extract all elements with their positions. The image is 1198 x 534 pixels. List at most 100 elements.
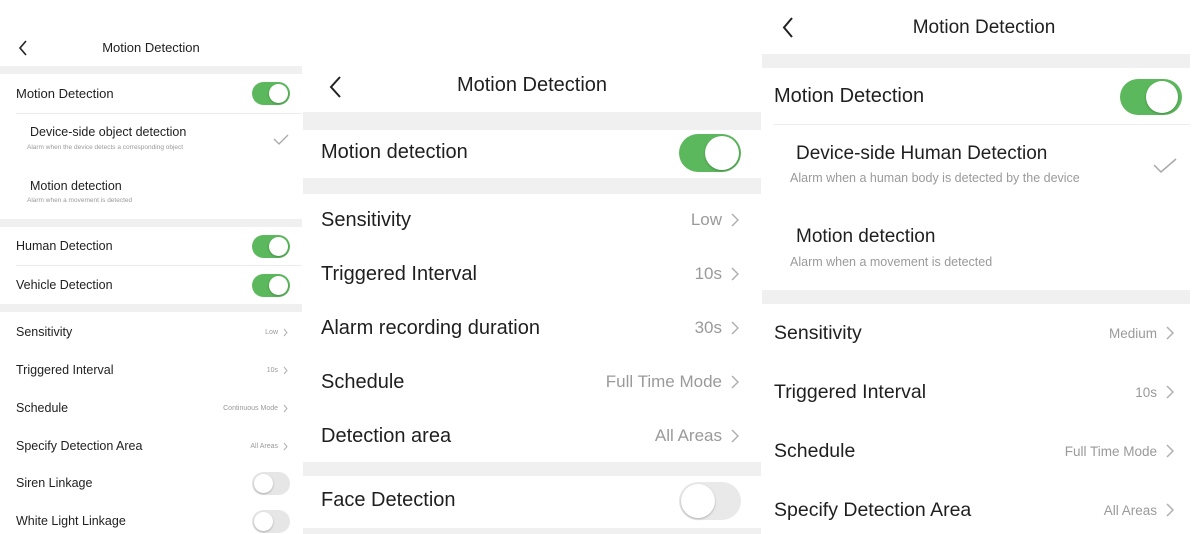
triggered-interval-value-group: 10s xyxy=(267,366,288,375)
face-detection-toggle[interactable] xyxy=(679,482,741,520)
schedule-label: Schedule xyxy=(16,401,69,415)
schedule-value: Full Time Mode xyxy=(605,372,722,391)
schedule-value-group: Full Time Mode xyxy=(606,372,739,392)
schedule-label: Schedule xyxy=(321,370,405,393)
white-light-linkage-toggle[interactable] xyxy=(252,510,290,533)
detection-area-label: Specify Detection Area xyxy=(774,498,972,521)
section-divider xyxy=(303,528,761,534)
checkmark-icon xyxy=(273,134,289,145)
chevron-right-icon xyxy=(1166,444,1174,458)
detection-area-value: All Areas xyxy=(1103,502,1157,518)
motion-detection-toggle[interactable] xyxy=(679,134,741,172)
detection-area-value: All Areas xyxy=(654,426,722,445)
checkmark-icon xyxy=(1153,158,1177,174)
triggered-interval-row[interactable]: Triggered Interval 10s xyxy=(303,250,761,298)
siren-linkage-label: Siren Linkage xyxy=(16,476,93,490)
schedule-value: Continuous Mode xyxy=(223,404,278,412)
sensitivity-label: Sensitivity xyxy=(321,208,412,231)
alarm-recording-duration-row[interactable]: Alarm recording duration 30s xyxy=(303,304,761,352)
chevron-right-icon xyxy=(1166,503,1174,517)
motion-detection-label: Motion Detection xyxy=(16,86,114,101)
chevron-right-icon xyxy=(283,404,288,412)
motion-option-subtitle: Alarm when a movement is detected xyxy=(27,197,133,204)
section-divider xyxy=(0,66,302,74)
triggered-interval-value-group: 10s xyxy=(1135,385,1174,400)
motion-detection-label: Motion Detection xyxy=(774,85,925,107)
motion-option[interactable]: Motion detection Alarm when a movement i… xyxy=(0,166,302,214)
motion-detection-toggle[interactable] xyxy=(1120,79,1182,115)
schedule-row[interactable]: Schedule Continuous Mode xyxy=(0,394,302,422)
device-side-title: Device-side Human Detection xyxy=(796,143,1048,164)
panel-right: Motion Detection Motion Detection Device… xyxy=(762,0,1198,534)
sensitivity-value: Low xyxy=(265,328,278,336)
page-title: Motion Detection xyxy=(912,17,1056,38)
sensitivity-value: Low xyxy=(690,210,722,229)
sensitivity-value-group: Low xyxy=(265,328,288,337)
chevron-right-icon xyxy=(283,328,288,336)
device-side-option[interactable]: Device-side Human Detection Alarm when a… xyxy=(762,126,1190,202)
sensitivity-row[interactable]: Sensitivity Low xyxy=(0,318,302,346)
detection-area-value-group: All Areas xyxy=(1104,503,1174,518)
device-side-title: Device-side object detection xyxy=(30,125,187,139)
device-side-subtitle: Alarm when the device detects a correspo… xyxy=(27,144,184,151)
vehicle-detection-toggle[interactable] xyxy=(252,274,290,297)
page-title: Motion Detection xyxy=(456,74,608,96)
motion-detection-toggle[interactable] xyxy=(252,82,290,105)
detection-area-label: Detection area xyxy=(321,424,452,447)
sensitivity-row[interactable]: Sensitivity Low xyxy=(303,196,761,244)
triggered-interval-row[interactable]: Triggered Interval 10s xyxy=(762,369,1190,415)
face-detection-label: Face Detection xyxy=(321,489,456,511)
device-side-option[interactable]: Device-side object detection Alarm when … xyxy=(0,114,302,162)
chevron-right-icon xyxy=(283,442,288,450)
chevron-right-icon xyxy=(731,267,739,281)
chevron-right-icon xyxy=(731,375,739,389)
section-divider xyxy=(762,290,1190,304)
alarm-recording-duration-label: Alarm recording duration xyxy=(321,316,540,339)
schedule-row[interactable]: Schedule Full Time Mode xyxy=(762,428,1190,474)
schedule-row[interactable]: Schedule Full Time Mode xyxy=(303,358,761,406)
motion-detection-label: Motion detection xyxy=(321,141,468,163)
schedule-value: Full Time Mode xyxy=(1064,443,1157,459)
device-side-subtitle: Alarm when a human body is detected by t… xyxy=(790,171,1080,185)
panel-left: Motion Detection Motion Detection Device… xyxy=(0,0,302,534)
schedule-label: Schedule xyxy=(774,439,856,462)
schedule-value-group: Full Time Mode xyxy=(1065,444,1174,459)
detection-area-row[interactable]: Specify Detection Area All Areas xyxy=(0,432,302,460)
triggered-interval-label: Triggered Interval xyxy=(321,262,477,285)
panel-middle: Motion Detection Motion detection Sensit… xyxy=(303,0,761,534)
sensitivity-value-group: Low xyxy=(691,210,739,230)
chevron-right-icon xyxy=(283,366,288,374)
detection-area-label: Specify Detection Area xyxy=(16,439,143,453)
triggered-interval-value: 10s xyxy=(266,366,278,374)
siren-linkage-toggle[interactable] xyxy=(252,472,290,495)
white-light-linkage-label: White Light Linkage xyxy=(16,514,126,528)
detection-area-row[interactable]: Specify Detection Area All Areas xyxy=(762,487,1190,533)
schedule-value-group: Continuous Mode xyxy=(223,404,288,413)
chevron-right-icon xyxy=(731,321,739,335)
section-divider xyxy=(0,219,302,227)
sensitivity-label: Sensitivity xyxy=(16,325,73,339)
human-detection-toggle[interactable] xyxy=(252,235,290,258)
motion-option-subtitle: Alarm when a movement is detected xyxy=(790,255,993,269)
vehicle-detection-label: Vehicle Detection xyxy=(16,278,113,292)
alarm-recording-duration-value-group: 30s xyxy=(695,318,739,338)
triggered-interval-label: Triggered Interval xyxy=(16,363,114,377)
detection-area-value: All Areas xyxy=(250,442,278,450)
section-divider xyxy=(303,462,761,476)
triggered-interval-row[interactable]: Triggered Interval 10s xyxy=(0,356,302,384)
chevron-right-icon xyxy=(1166,326,1174,340)
detection-area-value-group: All Areas xyxy=(250,442,288,451)
sensitivity-value: Medium xyxy=(1108,325,1157,341)
sensitivity-row[interactable]: Sensitivity Medium xyxy=(762,310,1190,356)
alarm-recording-duration-value: 30s xyxy=(694,318,722,337)
detection-area-row[interactable]: Detection area All Areas xyxy=(303,412,761,460)
motion-option[interactable]: Motion detection Alarm when a movement i… xyxy=(762,210,1190,286)
chevron-right-icon xyxy=(731,429,739,443)
section-divider xyxy=(303,112,761,130)
chevron-right-icon xyxy=(1166,385,1174,399)
motion-option-title: Motion detection xyxy=(796,226,936,247)
sensitivity-value-group: Medium xyxy=(1109,326,1174,341)
detection-area-value-group: All Areas xyxy=(655,426,739,446)
section-divider xyxy=(303,178,761,194)
chevron-right-icon xyxy=(731,213,739,227)
